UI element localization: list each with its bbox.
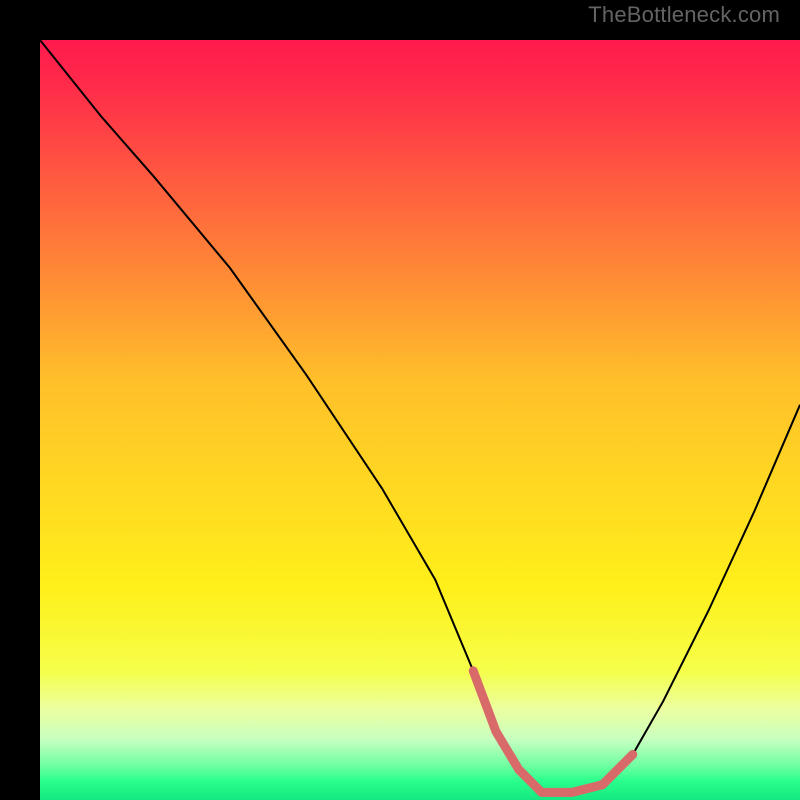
chart-frame (20, 20, 780, 780)
watermark-text: TheBottleneck.com (588, 2, 780, 28)
chart-background (40, 40, 800, 800)
bottleneck-chart (40, 40, 800, 800)
